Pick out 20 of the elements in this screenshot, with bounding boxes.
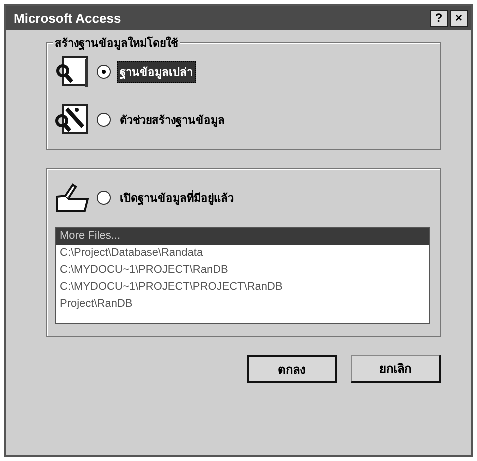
option-label[interactable]: ฐานข้อมูลเปล่า xyxy=(117,61,196,83)
file-item[interactable]: C:\Project\Database\Randata xyxy=(56,245,429,262)
file-item[interactable]: Project\RanDB xyxy=(56,296,429,313)
radio-button[interactable] xyxy=(97,113,111,127)
close-button[interactable]: × xyxy=(450,10,468,26)
ok-button[interactable]: ตกลง xyxy=(247,355,337,383)
file-item[interactable]: C:\MYDOCU~1\PROJECT\PROJECT\RanDB xyxy=(56,279,429,296)
window-title: Microsoft Access xyxy=(14,10,122,26)
cancel-button[interactable]: ยกเลิก xyxy=(351,355,441,383)
folder-icon xyxy=(55,183,89,213)
file-list[interactable]: More Files... C:\Project\Database\Randata C:\MYDOCU~1\PROJECT\RanDB C:\MYDOCU~1\PROJECT\PROJECT\RanDB Project\RanDB xyxy=(55,227,430,324)
wand-icon xyxy=(55,103,89,137)
option-label[interactable]: ตัวช่วยสร้างฐานข้อมูล xyxy=(117,109,228,131)
file-item[interactable]: More Files... xyxy=(56,228,429,245)
help-button[interactable]: ? xyxy=(430,10,448,26)
group-label: สร้างฐานข้อมูลใหม่โดยใช้ xyxy=(53,34,180,52)
option-label[interactable]: เปิดฐานข้อมูลที่มีอยู่แล้ว xyxy=(117,187,237,209)
file-item[interactable]: C:\MYDOCU~1\PROJECT\RanDB xyxy=(56,262,429,279)
radio-button[interactable] xyxy=(97,65,111,79)
radio-button[interactable] xyxy=(97,191,111,205)
